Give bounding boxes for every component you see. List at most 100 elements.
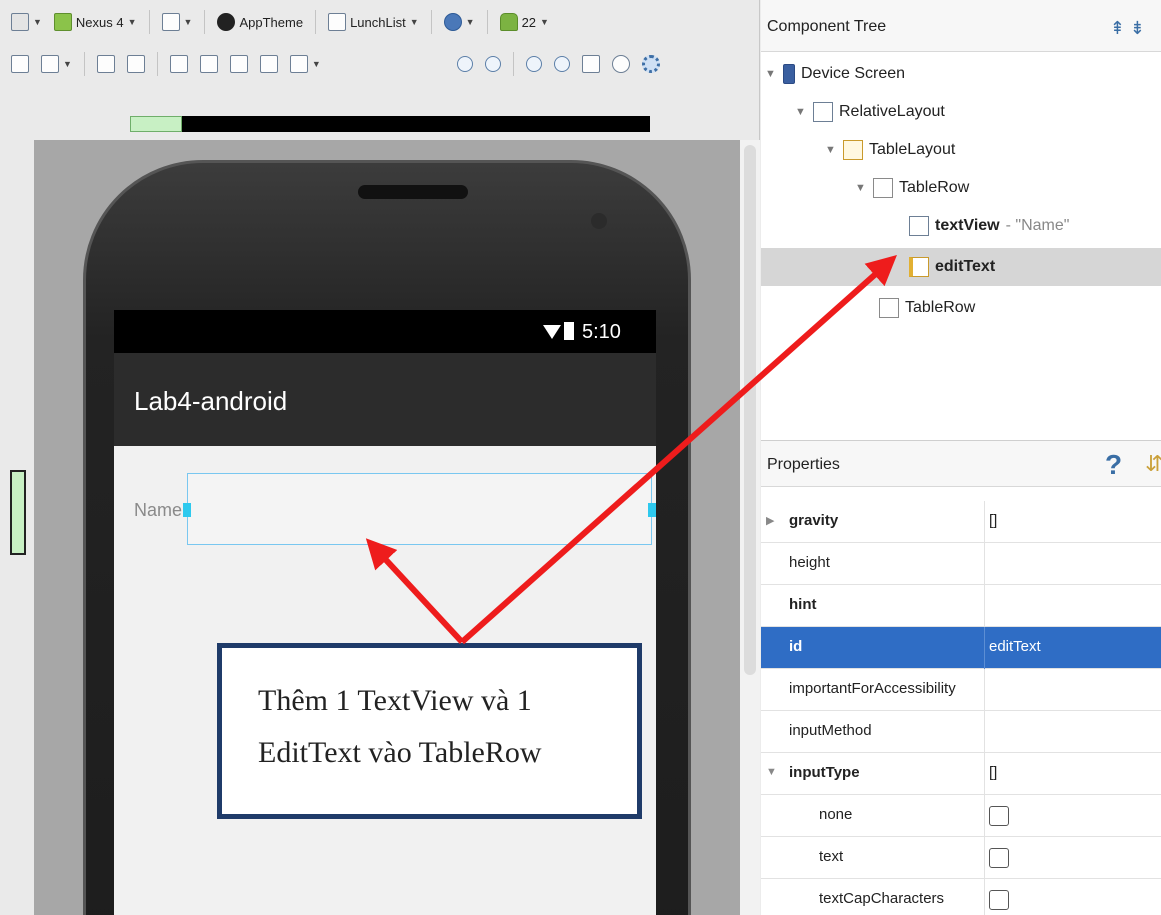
property-row-input-type[interactable]: ▼ inputType [] [761,753,1161,795]
annotation-line-1: Thêm 1 TextView và 1 [258,684,532,717]
scrollbar-thumb[interactable] [744,145,756,675]
zoom-fit-button[interactable] [454,50,476,78]
refresh-button[interactable] [609,50,633,78]
tree-node-table-row-2[interactable]: TableRow [879,289,975,327]
chevron-down-icon: ▼ [409,17,419,27]
zoom-actual-button[interactable] [482,50,504,78]
name-text-view[interactable]: Name [134,500,182,521]
property-value[interactable]: editText [989,638,1041,655]
scrollbar-thumb[interactable] [130,116,182,132]
table-row-icon [873,178,893,198]
toolbar-divider [156,52,158,76]
locale-dropdown[interactable]: ▼ [441,8,478,36]
component-tree-header: Component Tree ⇞ ⇟ [761,0,1161,52]
edit-text-icon [909,257,929,277]
property-row-important-for-accessibility[interactable]: importantForAccessibility [761,669,1161,711]
expand-collapse-icon[interactable]: ⇞ ⇟ [1110,18,1145,39]
android-icon [499,13,518,31]
align-button[interactable] [167,50,191,78]
tree-node-table-layout[interactable]: ▼ TableLayout [825,131,955,169]
checkbox[interactable] [989,848,1009,868]
relative-layout-icon [813,102,833,122]
fill-width-icon [96,55,115,73]
battery-icon [564,322,574,340]
expand-arrow-icon[interactable]: ▶ [766,514,774,527]
screenshot-button[interactable] [579,50,603,78]
component-tree-panel: Component Tree ⇞ ⇟ ▼ Device Screen ▼ Rel… [761,0,1161,448]
theme-icon [217,13,236,31]
tree-node-text-view[interactable]: textView - "Name" [909,207,1069,245]
device-screen: 5:10 Lab4-android Name [114,310,656,915]
align-icon [169,55,188,73]
toolbar-divider [148,10,150,34]
properties-panel: Properties ? ⇵ ▶ gravity [] height hint … [761,440,1161,915]
zoom-in-icon [525,56,542,72]
resize-handle-left[interactable] [183,503,191,517]
property-row-gravity[interactable]: ▶ gravity [] [761,501,1161,543]
tree-node-label: TableRow [905,299,976,316]
theme-dropdown[interactable]: AppTheme [214,8,306,36]
tree-node-label: TableLayout [869,141,956,158]
fill-height-button[interactable] [124,50,148,78]
palette-icon [11,13,29,31]
zoom-in-button[interactable] [523,50,545,78]
checkbox[interactable] [989,806,1009,826]
checkbox[interactable] [989,890,1009,910]
expand-arrow-icon[interactable]: ▼ [825,144,837,156]
gear-icon [641,55,660,73]
app-title: Lab4-android [134,386,288,416]
expand-arrow-icon[interactable]: ▼ [766,766,777,778]
expand-arrow-icon[interactable]: ▼ [765,68,777,80]
property-row-text-cap-characters[interactable]: textCapCharacters [761,879,1161,915]
orientation-dropdown[interactable]: ▼ [159,8,196,36]
fill-width-button[interactable] [94,50,118,78]
expand-arrow-icon[interactable]: ▼ [855,182,867,194]
property-name: none [819,806,853,823]
tree-node-table-row[interactable]: ▼ TableRow [855,169,969,207]
edit-text-field[interactable] [183,473,656,545]
help-icon[interactable]: ? [1105,449,1122,481]
palette-dropdown[interactable]: ▼ [8,8,45,36]
vertical-scrollbar[interactable] [740,140,760,915]
property-name: height [789,554,830,571]
remove-button[interactable] [257,50,281,78]
property-row-text[interactable]: text [761,837,1161,879]
device-icon [783,64,795,84]
expand-arrow-icon[interactable]: ▼ [795,106,807,118]
chevron-down-icon: ▼ [465,17,475,27]
column-divider [984,879,985,915]
canvas-resize-handle[interactable] [10,470,26,555]
property-name: text [819,848,844,865]
grid-icon [41,55,59,73]
activity-dropdown[interactable]: LunchList ▼ [325,8,422,36]
property-value[interactable]: [] [989,512,997,529]
settings-button[interactable] [639,50,663,78]
resize-handle-right[interactable] [648,503,656,517]
layout-designer: ▼ Nexus 4 ▼ ▼ AppTheme LunchList ▼ ▼ 22 … [0,0,760,915]
property-row-input-method[interactable]: inputMethod [761,711,1161,753]
globe-icon [443,13,462,31]
property-value[interactable]: [] [989,764,997,781]
weight-button[interactable] [197,50,221,78]
tree-node-edit-text[interactable]: editText [761,248,1161,286]
property-row-id[interactable]: id editText [761,627,1161,669]
front-camera [591,213,607,229]
margin-dropdown[interactable]: ▼ [287,50,324,78]
property-row-height[interactable]: height [761,543,1161,585]
device-icon [53,13,72,31]
horizontal-scrollbar[interactable] [130,116,650,132]
tree-node-relative-layout[interactable]: ▼ RelativeLayout [795,93,945,131]
tree-node-device-screen[interactable]: ▼ Device Screen [765,55,905,93]
table-layout-icon [843,140,863,160]
layout-option-button[interactable] [8,50,32,78]
api-level-label: 22 [521,14,537,30]
table-button[interactable] [227,50,251,78]
layout-option-dropdown[interactable]: ▼ [38,50,75,78]
property-name: hint [789,596,817,613]
sort-icon[interactable]: ⇵ [1145,451,1161,477]
property-row-hint[interactable]: hint [761,585,1161,627]
api-level-dropdown[interactable]: 22 ▼ [497,8,552,36]
property-row-none[interactable]: none [761,795,1161,837]
zoom-out-button[interactable] [551,50,573,78]
device-dropdown[interactable]: Nexus 4 ▼ [51,8,140,36]
